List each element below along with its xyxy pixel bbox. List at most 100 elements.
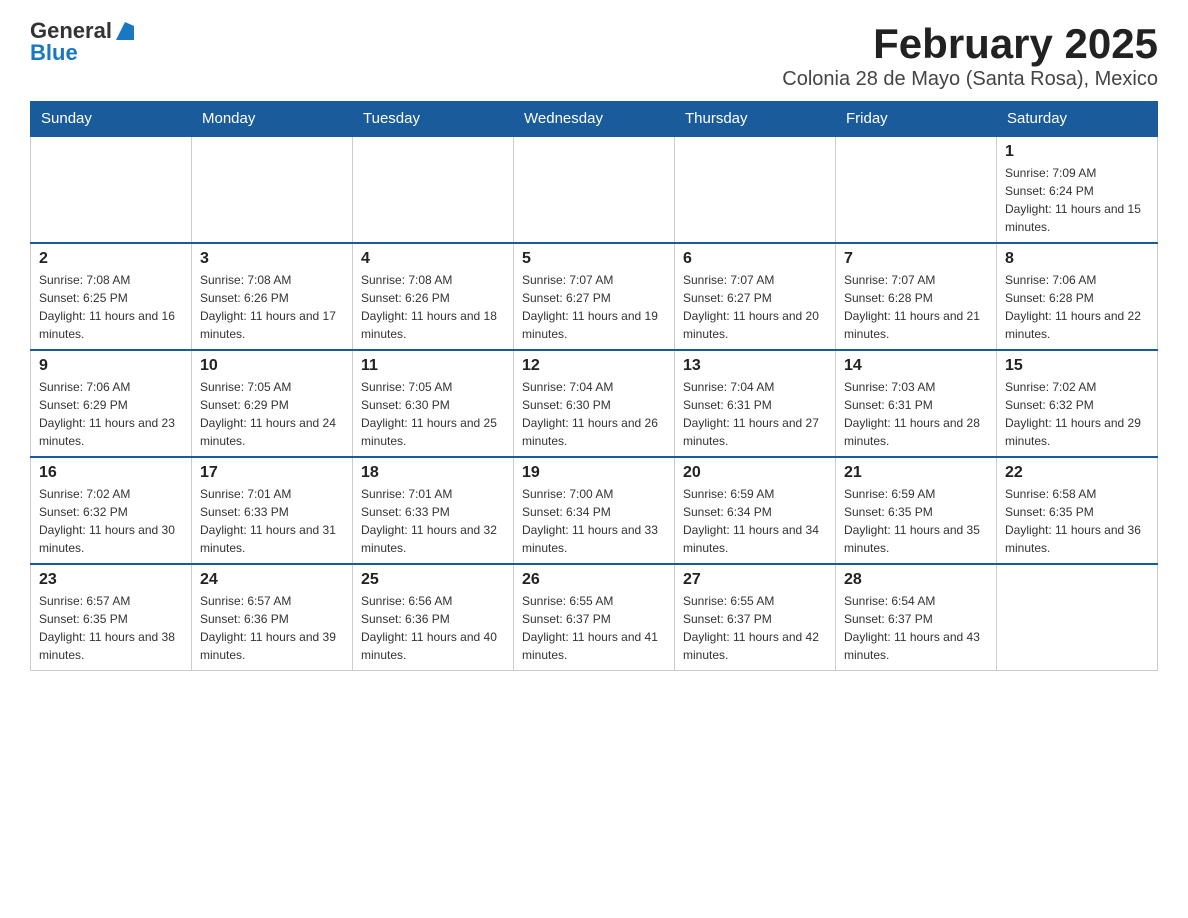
day-number: 8 bbox=[1005, 250, 1149, 268]
day-info: Sunrise: 7:01 AM Sunset: 6:33 PM Dayligh… bbox=[361, 485, 505, 557]
day-number: 7 bbox=[844, 250, 988, 268]
calendar-cell: 8 Sunrise: 7:06 AM Sunset: 6:28 PM Daylig… bbox=[997, 243, 1158, 350]
calendar-table: Sunday Monday Tuesday Wednesday Thursday… bbox=[30, 101, 1158, 671]
day-info: Sunrise: 7:07 AM Sunset: 6:28 PM Dayligh… bbox=[844, 271, 988, 343]
calendar-cell: 6 Sunrise: 7:07 AM Sunset: 6:27 PM Daylig… bbox=[675, 243, 836, 350]
day-number: 28 bbox=[844, 571, 988, 589]
day-info: Sunrise: 7:03 AM Sunset: 6:31 PM Dayligh… bbox=[844, 378, 988, 450]
day-info: Sunrise: 7:07 AM Sunset: 6:27 PM Dayligh… bbox=[522, 271, 666, 343]
day-info: Sunrise: 7:01 AM Sunset: 6:33 PM Dayligh… bbox=[200, 485, 344, 557]
day-number: 9 bbox=[39, 357, 183, 375]
calendar-cell: 21 Sunrise: 6:59 AM Sunset: 6:35 PM Dayli… bbox=[836, 457, 997, 564]
logo-icon bbox=[114, 20, 136, 42]
calendar-week-3: 9Sunrise: 7:06 AM Sunset: 6:29 PM Daylig… bbox=[31, 350, 1158, 457]
page-header: General Blue February 2025 Colonia 28 de… bbox=[30, 20, 1158, 91]
header-monday: Monday bbox=[192, 102, 353, 137]
day-number: 27 bbox=[683, 571, 827, 589]
calendar-cell: 9Sunrise: 7:06 AM Sunset: 6:29 PM Daylig… bbox=[31, 350, 192, 457]
calendar-cell: 2 Sunrise: 7:08 AM Sunset: 6:25 PM Daylig… bbox=[31, 243, 192, 350]
day-number: 13 bbox=[683, 357, 827, 375]
header-tuesday: Tuesday bbox=[353, 102, 514, 137]
title-block: February 2025 Colonia 28 de Mayo (Santa … bbox=[782, 20, 1158, 91]
calendar-cell bbox=[997, 564, 1158, 671]
calendar-cell: 13 Sunrise: 7:04 AM Sunset: 6:31 PM Dayli… bbox=[675, 350, 836, 457]
logo: General Blue bbox=[30, 20, 136, 64]
day-number: 17 bbox=[200, 464, 344, 482]
calendar-cell: 18 Sunrise: 7:01 AM Sunset: 6:33 PM Dayli… bbox=[353, 457, 514, 564]
day-number: 20 bbox=[683, 464, 827, 482]
day-number: 21 bbox=[844, 464, 988, 482]
day-number: 22 bbox=[1005, 464, 1149, 482]
day-info: Sunrise: 6:57 AM Sunset: 6:35 PM Dayligh… bbox=[39, 592, 183, 664]
day-number: 1 bbox=[1005, 143, 1149, 161]
day-number: 19 bbox=[522, 464, 666, 482]
calendar-cell: 15 Sunrise: 7:02 AM Sunset: 6:32 PM Dayli… bbox=[997, 350, 1158, 457]
day-info: Sunrise: 7:08 AM Sunset: 6:25 PM Dayligh… bbox=[39, 271, 183, 343]
calendar-week-4: 16 Sunrise: 7:02 AM Sunset: 6:32 PM Dayli… bbox=[31, 457, 1158, 564]
calendar-cell: 27 Sunrise: 6:55 AM Sunset: 6:37 PM Dayli… bbox=[675, 564, 836, 671]
day-info: Sunrise: 6:59 AM Sunset: 6:34 PM Dayligh… bbox=[683, 485, 827, 557]
day-info: Sunrise: 6:55 AM Sunset: 6:37 PM Dayligh… bbox=[522, 592, 666, 664]
day-info: Sunrise: 7:06 AM Sunset: 6:28 PM Dayligh… bbox=[1005, 271, 1149, 343]
day-info: Sunrise: 7:00 AM Sunset: 6:34 PM Dayligh… bbox=[522, 485, 666, 557]
day-number: 26 bbox=[522, 571, 666, 589]
calendar-cell: 10Sunrise: 7:05 AM Sunset: 6:29 PM Dayli… bbox=[192, 350, 353, 457]
calendar-cell: 24 Sunrise: 6:57 AM Sunset: 6:36 PM Dayli… bbox=[192, 564, 353, 671]
day-number: 23 bbox=[39, 571, 183, 589]
day-info: Sunrise: 7:08 AM Sunset: 6:26 PM Dayligh… bbox=[200, 271, 344, 343]
day-info: Sunrise: 7:07 AM Sunset: 6:27 PM Dayligh… bbox=[683, 271, 827, 343]
calendar-title: February 2025 bbox=[782, 20, 1158, 68]
day-info: Sunrise: 7:04 AM Sunset: 6:31 PM Dayligh… bbox=[683, 378, 827, 450]
day-info: Sunrise: 6:54 AM Sunset: 6:37 PM Dayligh… bbox=[844, 592, 988, 664]
calendar-cell: 5 Sunrise: 7:07 AM Sunset: 6:27 PM Daylig… bbox=[514, 243, 675, 350]
day-info: Sunrise: 6:57 AM Sunset: 6:36 PM Dayligh… bbox=[200, 592, 344, 664]
calendar-cell: 17 Sunrise: 7:01 AM Sunset: 6:33 PM Dayli… bbox=[192, 457, 353, 564]
day-number: 5 bbox=[522, 250, 666, 268]
calendar-cell bbox=[192, 136, 353, 243]
day-number: 2 bbox=[39, 250, 183, 268]
day-number: 16 bbox=[39, 464, 183, 482]
header-row: Sunday Monday Tuesday Wednesday Thursday… bbox=[31, 102, 1158, 137]
calendar-cell: 1Sunrise: 7:09 AM Sunset: 6:24 PM Daylig… bbox=[997, 136, 1158, 243]
calendar-cell: 20 Sunrise: 6:59 AM Sunset: 6:34 PM Dayli… bbox=[675, 457, 836, 564]
calendar-cell: 4 Sunrise: 7:08 AM Sunset: 6:26 PM Daylig… bbox=[353, 243, 514, 350]
day-number: 4 bbox=[361, 250, 505, 268]
calendar-cell: 28 Sunrise: 6:54 AM Sunset: 6:37 PM Dayli… bbox=[836, 564, 997, 671]
calendar-cell bbox=[514, 136, 675, 243]
day-info: Sunrise: 6:56 AM Sunset: 6:36 PM Dayligh… bbox=[361, 592, 505, 664]
calendar-cell: 16 Sunrise: 7:02 AM Sunset: 6:32 PM Dayli… bbox=[31, 457, 192, 564]
day-number: 14 bbox=[844, 357, 988, 375]
calendar-cell bbox=[675, 136, 836, 243]
day-number: 12 bbox=[522, 357, 666, 375]
day-number: 24 bbox=[200, 571, 344, 589]
header-sunday: Sunday bbox=[31, 102, 192, 137]
header-thursday: Thursday bbox=[675, 102, 836, 137]
calendar-cell: 25 Sunrise: 6:56 AM Sunset: 6:36 PM Dayli… bbox=[353, 564, 514, 671]
calendar-header: Sunday Monday Tuesday Wednesday Thursday… bbox=[31, 102, 1158, 137]
day-info: Sunrise: 7:02 AM Sunset: 6:32 PM Dayligh… bbox=[39, 485, 183, 557]
day-number: 3 bbox=[200, 250, 344, 268]
day-info: Sunrise: 7:05 AM Sunset: 6:30 PM Dayligh… bbox=[361, 378, 505, 450]
header-saturday: Saturday bbox=[997, 102, 1158, 137]
calendar-cell bbox=[836, 136, 997, 243]
day-number: 18 bbox=[361, 464, 505, 482]
calendar-cell: 26 Sunrise: 6:55 AM Sunset: 6:37 PM Dayli… bbox=[514, 564, 675, 671]
calendar-week-5: 23 Sunrise: 6:57 AM Sunset: 6:35 PM Dayli… bbox=[31, 564, 1158, 671]
day-number: 6 bbox=[683, 250, 827, 268]
day-number: 25 bbox=[361, 571, 505, 589]
day-info: Sunrise: 7:08 AM Sunset: 6:26 PM Dayligh… bbox=[361, 271, 505, 343]
calendar-week-2: 2 Sunrise: 7:08 AM Sunset: 6:25 PM Daylig… bbox=[31, 243, 1158, 350]
calendar-cell: 12 Sunrise: 7:04 AM Sunset: 6:30 PM Dayli… bbox=[514, 350, 675, 457]
day-info: Sunrise: 6:55 AM Sunset: 6:37 PM Dayligh… bbox=[683, 592, 827, 664]
calendar-cell: 22Sunrise: 6:58 AM Sunset: 6:35 PM Dayli… bbox=[997, 457, 1158, 564]
day-info: Sunrise: 6:59 AM Sunset: 6:35 PM Dayligh… bbox=[844, 485, 988, 557]
calendar-cell: 23 Sunrise: 6:57 AM Sunset: 6:35 PM Dayli… bbox=[31, 564, 192, 671]
calendar-subtitle: Colonia 28 de Mayo (Santa Rosa), Mexico bbox=[782, 68, 1158, 91]
calendar-cell bbox=[353, 136, 514, 243]
day-number: 15 bbox=[1005, 357, 1149, 375]
calendar-week-1: 1Sunrise: 7:09 AM Sunset: 6:24 PM Daylig… bbox=[31, 136, 1158, 243]
logo-general-text: General bbox=[30, 20, 112, 42]
day-info: Sunrise: 7:02 AM Sunset: 6:32 PM Dayligh… bbox=[1005, 378, 1149, 450]
day-info: Sunrise: 7:04 AM Sunset: 6:30 PM Dayligh… bbox=[522, 378, 666, 450]
calendar-cell: 3 Sunrise: 7:08 AM Sunset: 6:26 PM Daylig… bbox=[192, 243, 353, 350]
